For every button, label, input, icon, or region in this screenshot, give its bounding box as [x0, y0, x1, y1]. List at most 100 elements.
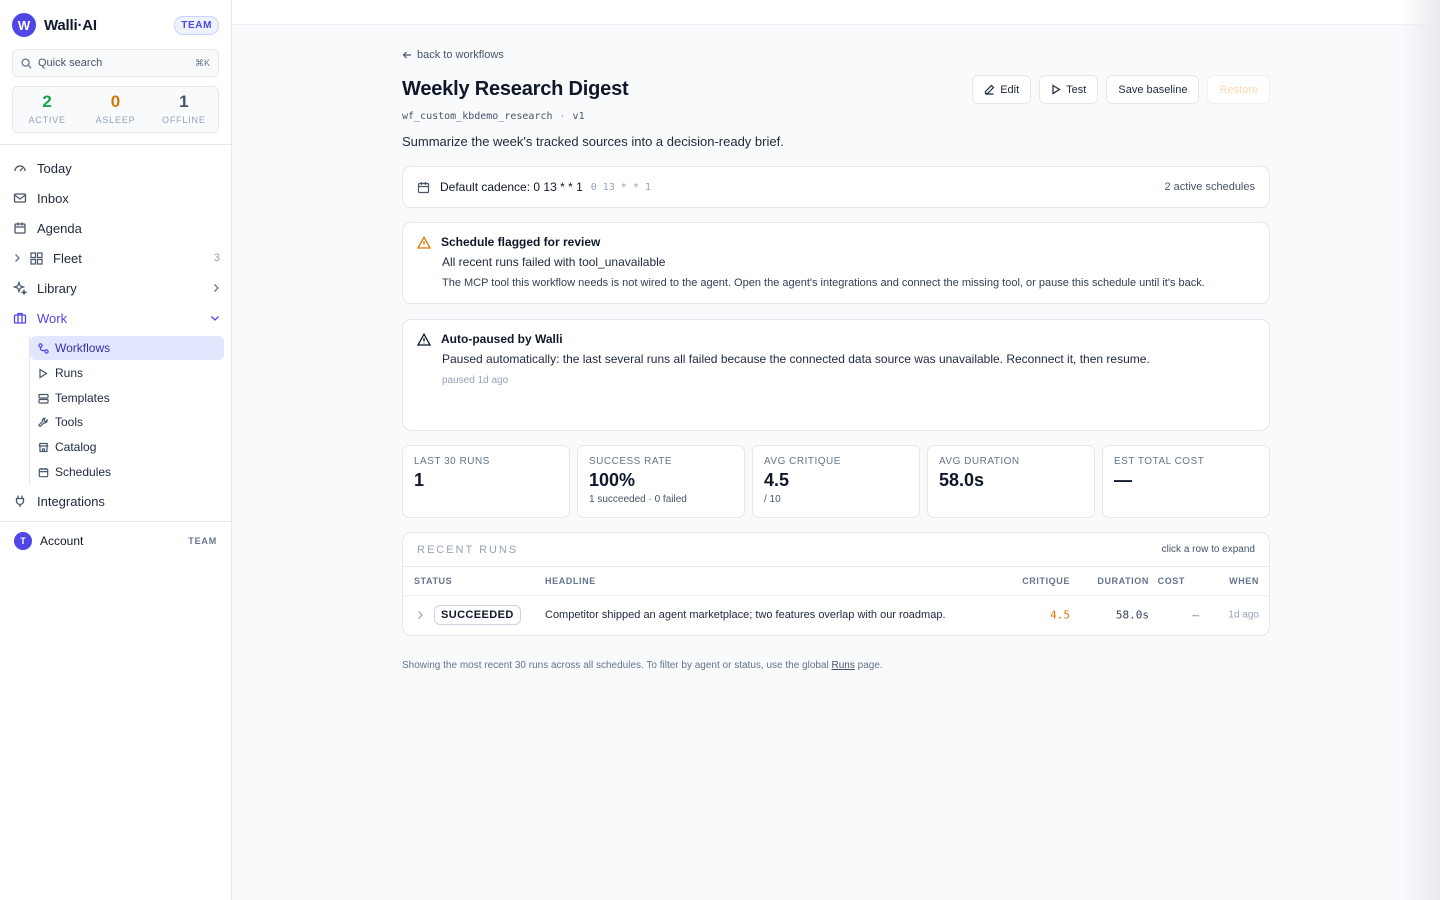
review-alert: Schedule flagged for review All recent r… [402, 222, 1270, 304]
back-link-label: back to workflows [417, 49, 504, 61]
subnav-templates[interactable]: Templates [30, 386, 224, 410]
edit-button[interactable]: Edit [972, 75, 1032, 104]
search-placeholder: Quick search [38, 57, 103, 69]
workflow-version: v1 [572, 111, 585, 122]
col-duration[interactable]: DURATION [1097, 576, 1149, 586]
runs-footnote: Showing the most recent 30 runs across a… [402, 660, 883, 671]
paused-alert-title: Auto-paused by Walli [441, 332, 563, 346]
stat-label: SUCCESS RATE [589, 456, 673, 467]
wrench-icon [37, 417, 49, 428]
subnav-schedules[interactable]: Schedules [30, 460, 224, 484]
run-when: 1d ago [1228, 609, 1259, 621]
fleet-stat-active[interactable]: 2 ACTIVE [13, 87, 81, 132]
search-icon [21, 57, 32, 69]
brand-logo: W [12, 13, 36, 37]
col-cost[interactable]: COST [1158, 576, 1185, 586]
sparkle-icon [12, 281, 28, 295]
chevron-right-icon[interactable] [12, 253, 22, 263]
paused-alert-detail: Paused automatically: the last several r… [442, 352, 1150, 366]
cadence-card: Default cadence: 0 13 * * 1 0 13 * * 1 2… [402, 166, 1270, 208]
briefcase-icon [12, 311, 28, 325]
save-baseline-button[interactable]: Save baseline [1106, 75, 1200, 104]
nav-fleet-count: 3 [213, 252, 220, 264]
account-plan-tag: TEAM [188, 536, 217, 546]
review-alert-title: Schedule flagged for review [441, 235, 601, 249]
subnav-runs-label: Runs [55, 366, 84, 380]
subnav-workflows[interactable]: Workflows [30, 336, 224, 360]
nav-integrations[interactable]: Integrations [12, 488, 220, 514]
run-cost: – [1192, 608, 1199, 622]
nav-fleet[interactable]: Fleet 3 [12, 245, 220, 271]
subnav-runs[interactable]: Runs [30, 361, 224, 385]
sidebar: W Walli·AI TEAM Quick search ⌘K 2 ACTIVE… [0, 0, 232, 900]
recent-runs-table: RECENT RUNS click a row to expand STATUS… [402, 532, 1270, 636]
restore-button[interactable]: Restore [1207, 75, 1270, 104]
play-icon [1051, 84, 1066, 95]
chevron-right-icon[interactable] [416, 610, 424, 620]
paused-alert-meta: paused 1d ago [442, 375, 509, 386]
cadence-text: Default cadence: 0 13 * * 1 [440, 180, 583, 194]
back-link[interactable]: back to workflows [402, 49, 504, 61]
active-schedules-count[interactable]: 2 active schedules [1165, 181, 1256, 193]
edit-button-label: Edit [1000, 83, 1020, 96]
brand-name: Walli·AI [44, 16, 97, 34]
mail-icon [12, 191, 28, 205]
play-icon [37, 367, 49, 379]
workflow-id-line: wf_custom_kbdemo_research · v1 [402, 111, 585, 122]
subnav-catalog-label: Catalog [55, 440, 97, 454]
stat-label: LAST 30 RUNS [414, 456, 490, 467]
nav-work[interactable]: Work [12, 305, 220, 331]
stat-value: 1 [414, 470, 425, 490]
subnav-tools[interactable]: Tools [30, 410, 224, 434]
col-status[interactable]: STATUS [414, 576, 452, 586]
stat-value: — [1114, 470, 1132, 490]
runs-page-link[interactable]: Runs [832, 660, 855, 671]
stat-avg-duration: AVG DURATION 58.0s [927, 445, 1095, 518]
run-headline: Competitor shipped an agent marketplace;… [545, 609, 946, 621]
footnote-text-end: page. [857, 660, 883, 671]
plan-badge: TEAM [174, 15, 219, 35]
subnav-catalog[interactable]: Catalog [30, 435, 224, 459]
template-icon [37, 393, 49, 404]
table-row[interactable]: SUCCEEDED Competitor shipped an agent ma… [403, 596, 1269, 634]
quick-search[interactable]: Quick search ⌘K [12, 49, 219, 77]
col-critique[interactable]: CRITIQUE [1022, 576, 1070, 586]
col-when[interactable]: WHEN [1229, 576, 1259, 586]
fleet-status-summary: 2 ACTIVE 0 ASLEEP 1 OFFLINE [12, 86, 219, 133]
nav-today-label: Today [37, 160, 72, 176]
workflow-icon [37, 342, 49, 354]
stat-success-rate: SUCCESS RATE 100% 1 succeeded · 0 failed [577, 445, 745, 518]
run-critique: 4.5 [1050, 608, 1070, 622]
nav-today[interactable]: Today [12, 155, 220, 181]
test-button[interactable]: Test [1039, 75, 1099, 104]
brand[interactable]: W Walli·AI TEAM [12, 13, 219, 37]
fleet-asleep-count: 0 [110, 92, 121, 111]
recent-runs-title: RECENT RUNS [417, 543, 519, 556]
col-headline[interactable]: HEADLINE [545, 576, 596, 586]
workflow-id: wf_custom_kbdemo_research [402, 111, 553, 122]
nav-agenda-label: Agenda [37, 220, 82, 236]
fleet-stat-offline[interactable]: 1 OFFLINE [150, 87, 218, 132]
grid-icon [28, 251, 44, 265]
sidebar-divider [0, 144, 231, 145]
chevron-down-icon [210, 314, 220, 322]
stat-sub: / 10 [764, 494, 781, 505]
search-shortcut: ⌘K [194, 57, 210, 68]
calendar-icon [12, 221, 28, 235]
nav-agenda[interactable]: Agenda [12, 215, 220, 241]
chevron-right-icon [212, 283, 220, 293]
stat-last-30-runs: LAST 30 RUNS 1 [402, 445, 570, 518]
nav-inbox-label: Inbox [37, 190, 69, 206]
subnav-schedules-label: Schedules [55, 465, 112, 479]
test-button-label: Test [1066, 83, 1087, 96]
run-duration: 58.0s [1115, 608, 1149, 622]
account-menu[interactable]: T Account TEAM [14, 530, 217, 552]
stat-est-total-cost: EST TOTAL COST — [1102, 445, 1270, 518]
plug-icon [12, 494, 28, 508]
gauge-icon [12, 161, 28, 175]
nav-inbox[interactable]: Inbox [12, 185, 220, 211]
nav-library[interactable]: Library [12, 275, 220, 301]
recent-runs-hint: click a row to expand [1161, 544, 1255, 555]
fleet-stat-asleep[interactable]: 0 ASLEEP [81, 87, 149, 132]
nav-fleet-label: Fleet [53, 250, 82, 266]
